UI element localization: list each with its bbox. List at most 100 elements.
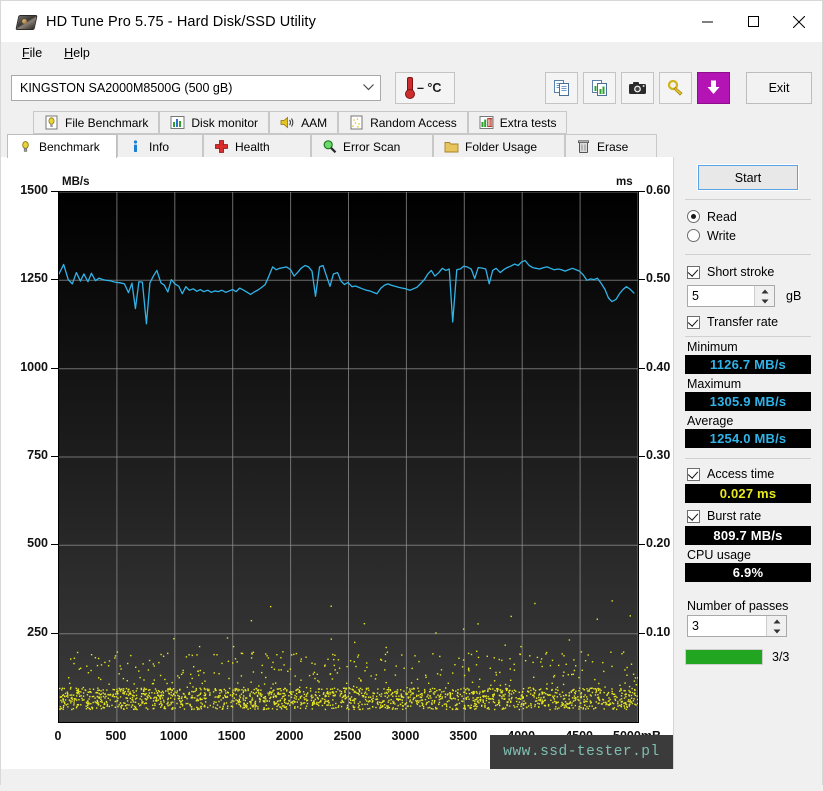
tab-erase-label: Erase: [597, 140, 628, 154]
chart-y2-tick-mark: [638, 456, 645, 457]
checkbox-burst-rate-box: [687, 510, 700, 523]
checkbox-short-stroke-box: [687, 266, 700, 279]
watermark: www.ssd-tester.pl: [490, 735, 673, 769]
short-stroke-size-row: 5 gB: [685, 285, 811, 307]
maximum-value: 1305.9 MB/s: [685, 392, 811, 411]
spin-up-icon[interactable]: [755, 286, 774, 296]
checkbox-short-stroke[interactable]: Short stroke: [687, 262, 811, 282]
chart-x-tick-label: 3500: [433, 729, 493, 743]
radio-write[interactable]: Write: [687, 226, 811, 245]
short-stroke-value: 5: [688, 289, 754, 303]
short-stroke-stepper[interactable]: 5: [687, 285, 775, 307]
chart-y-tick-label: 250: [6, 625, 48, 639]
close-icon[interactable]: [776, 1, 822, 42]
aam-speaker-icon: [280, 115, 295, 130]
tab-folder-usage-label: Folder Usage: [465, 140, 537, 154]
chart-y-tick-label: 1000: [6, 360, 48, 374]
chart-canvas: [59, 192, 638, 722]
info-icon: [128, 139, 143, 154]
tab-extra-tests[interactable]: Extra tests: [468, 111, 568, 134]
average-value: 1254.0 MB/s: [685, 429, 811, 448]
menu-bar: File Help: [1, 42, 822, 64]
tab-info[interactable]: Info: [117, 134, 203, 158]
average-label: Average: [687, 414, 811, 428]
hd-tune-window: HD Tune Pro 5.75 - Hard Disk/SSD Utility…: [0, 0, 823, 785]
tab-error-scan[interactable]: Error Scan: [311, 134, 433, 158]
tab-random-access[interactable]: Random Access: [338, 111, 468, 134]
chart-y2-tick-mark: [638, 368, 645, 369]
file-benchmark-icon: [44, 115, 59, 130]
checkbox-transfer-rate[interactable]: Transfer rate: [687, 312, 811, 332]
benchmark-chart: MB/s ms 250500750100012501500 0.100.200.…: [1, 157, 673, 769]
passes-spin-buttons[interactable]: [766, 616, 786, 636]
chart-y2-tick-mark: [638, 279, 645, 280]
checkbox-burst-rate-label: Burst rate: [707, 509, 761, 523]
tab-disk-monitor[interactable]: Disk monitor: [159, 111, 269, 134]
download-icon[interactable]: [697, 72, 730, 104]
main-content: MB/s ms 250500750100012501500 0.100.200.…: [1, 157, 822, 769]
menu-file[interactable]: File: [11, 44, 53, 62]
chart-y2-tick-mark: [638, 633, 645, 634]
tab-aam[interactable]: AAM: [269, 111, 338, 134]
options-icon[interactable]: [659, 72, 692, 104]
drive-select[interactable]: KINGSTON SA2000M8500G (500 gB): [11, 75, 381, 101]
hdd-icon: [16, 12, 36, 32]
start-button[interactable]: Start: [698, 165, 798, 190]
radio-read-label: Read: [707, 210, 737, 224]
exit-button[interactable]: Exit: [746, 72, 812, 104]
radio-read-indicator: [687, 210, 700, 223]
random-access-icon: [349, 115, 364, 130]
status-bar: [1, 769, 822, 791]
passes-progress-fill: [686, 650, 762, 664]
short-stroke-spin-buttons[interactable]: [754, 286, 774, 306]
checkbox-burst-rate[interactable]: Burst rate: [687, 506, 811, 526]
drive-select-value: KINGSTON SA2000M8500G (500 gB): [20, 81, 232, 95]
tab-row-secondary: File Benchmark Disk monitor AAM Random A…: [7, 111, 816, 134]
chart-y-tick-mark: [51, 191, 58, 192]
chart-y-tick-label: 1500: [6, 183, 48, 197]
tab-info-label: Info: [149, 140, 169, 154]
tab-error-scan-label: Error Scan: [343, 140, 400, 154]
chart-x-tick-label: 1000: [144, 729, 204, 743]
menu-help-rest: elp: [73, 46, 90, 60]
radio-read[interactable]: Read: [687, 207, 811, 226]
tab-folder-usage[interactable]: Folder Usage: [433, 134, 565, 158]
spin-up-icon[interactable]: [767, 616, 786, 626]
tab-health-label: Health: [235, 140, 270, 154]
erase-trash-icon: [576, 139, 591, 154]
chart-y-tick-label: 750: [6, 448, 48, 462]
passes-progress-text: 3/3: [772, 650, 789, 664]
extra-tests-icon: [479, 115, 494, 130]
menu-help[interactable]: Help: [53, 44, 101, 62]
title-bar: HD Tune Pro 5.75 - Hard Disk/SSD Utility: [1, 1, 822, 42]
maximum-label: Maximum: [687, 377, 811, 391]
copy-graph-icon[interactable]: [583, 72, 616, 104]
tab-benchmark[interactable]: Benchmark: [7, 134, 117, 158]
radio-write-indicator: [687, 229, 700, 242]
passes-stepper[interactable]: 3: [687, 615, 787, 637]
thermometer-icon: [404, 77, 413, 99]
maximize-icon[interactable]: [730, 1, 776, 42]
folder-usage-icon: [444, 139, 459, 154]
chart-y2-tick-mark: [638, 544, 645, 545]
passes-progress-bar: [685, 649, 763, 665]
screenshot-icon[interactable]: [621, 72, 654, 104]
chart-y-tick-label: 500: [6, 536, 48, 550]
tab-erase[interactable]: Erase: [565, 134, 657, 158]
divider-3: [685, 336, 811, 337]
passes-progress-row: 3/3: [685, 649, 811, 665]
spin-down-icon[interactable]: [755, 296, 774, 306]
tab-row-primary: Benchmark Info Health Error Scan Folder …: [7, 134, 816, 157]
chart-ylabel: MB/s: [62, 176, 89, 188]
checkbox-access-time-label: Access time: [707, 467, 774, 481]
minimize-icon[interactable]: [684, 1, 730, 42]
checkbox-access-time[interactable]: Access time: [687, 464, 811, 484]
chart-x-tick-label: 0: [28, 729, 88, 743]
copy-icon[interactable]: [545, 72, 578, 104]
checkbox-short-stroke-label: Short stroke: [707, 265, 774, 279]
spin-down-icon[interactable]: [767, 626, 786, 636]
tab-health[interactable]: Health: [203, 134, 311, 158]
tab-file-benchmark[interactable]: File Benchmark: [33, 111, 159, 134]
chart-y-tick-mark: [51, 368, 58, 369]
tab-bars: File Benchmark Disk monitor AAM Random A…: [1, 111, 822, 157]
